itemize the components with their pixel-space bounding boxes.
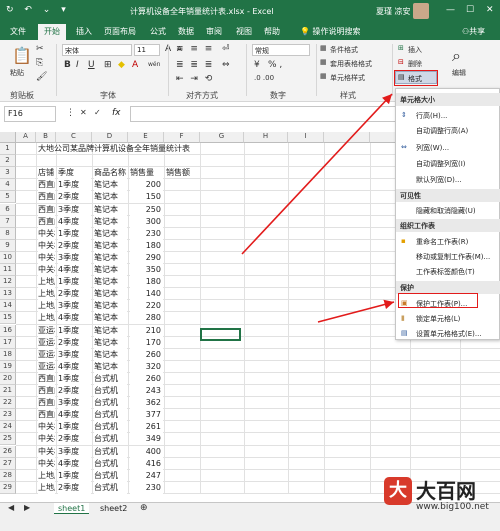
annotation-arrows (241, 93, 395, 323)
watermark-name: 大百网 (416, 479, 476, 503)
watermark: 大 大百网 www.big100.net (384, 473, 494, 525)
watermark-url: www.big100.net (416, 502, 489, 512)
arrow-to-format-button (241, 93, 393, 255)
arrow-to-protect-sheet (317, 299, 395, 323)
watermark-logo-icon: 大 (384, 477, 412, 505)
